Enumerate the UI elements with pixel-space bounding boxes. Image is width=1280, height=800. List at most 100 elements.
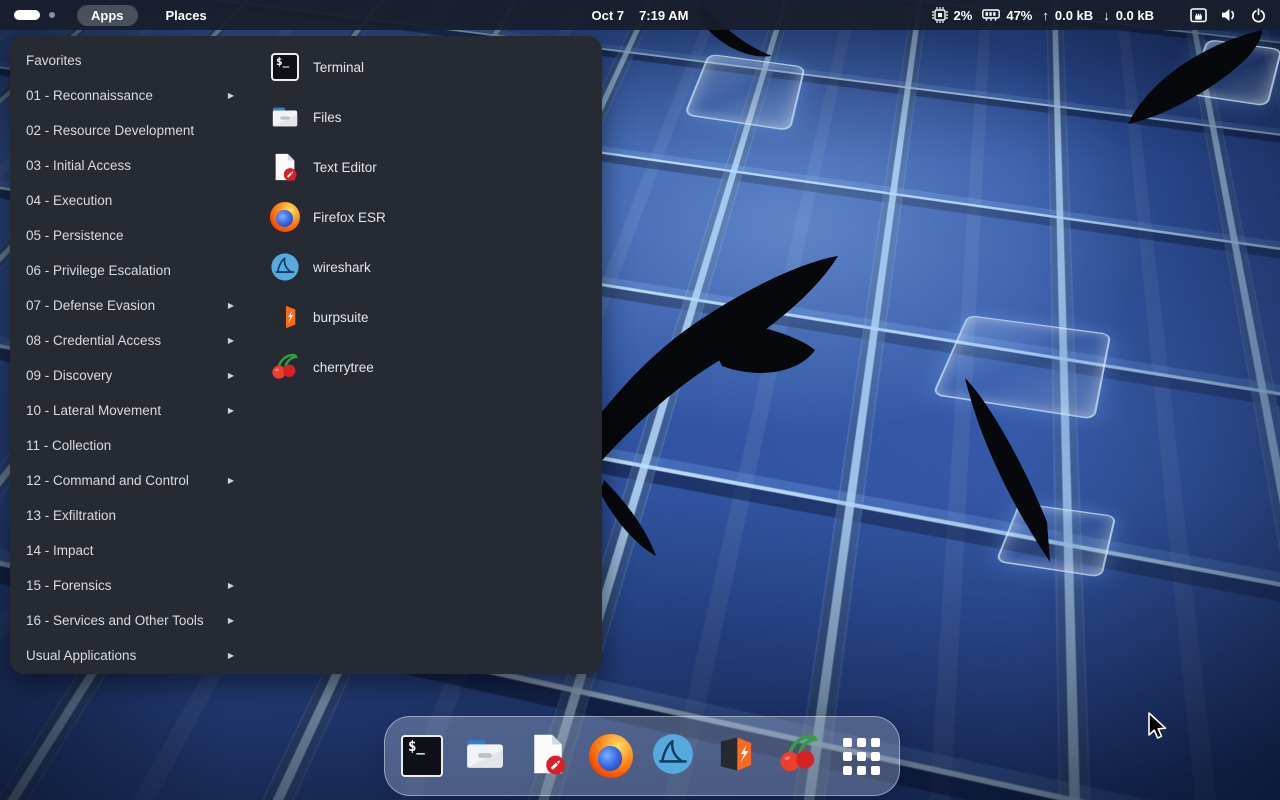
menu-app-label: Files [313, 110, 342, 125]
terminal-icon: $_ [401, 735, 443, 777]
places-menu-label: Places [166, 8, 207, 23]
net-upload-value: 0.0 kB [1055, 8, 1093, 23]
menu-category-lateral-movement[interactable]: 10 - Lateral Movement▶ [10, 393, 250, 428]
menu-category-label: 08 - Credential Access [26, 333, 161, 348]
power-icon[interactable] [1251, 8, 1266, 23]
menu-category-exfiltration[interactable]: 13 - Exfiltration [10, 498, 250, 533]
terminal-icon: $_ [271, 53, 299, 81]
menu-app-terminal[interactable]: $_ Terminal [260, 42, 590, 92]
volume-speaker-icon[interactable] [1220, 7, 1238, 23]
cpu-usage-indicator[interactable]: 2% [932, 7, 973, 23]
menu-category-collection[interactable]: 11 - Collection [10, 428, 250, 463]
menu-category-favorites[interactable]: Favorites [10, 43, 250, 78]
menu-category-label: 09 - Discovery [26, 368, 112, 383]
menu-category-list: Favorites 01 - Reconnaissance ▶ 02 - Reso… [10, 43, 250, 673]
net-download-value: 0.0 kB [1116, 8, 1154, 23]
menu-category-command-and-control[interactable]: 12 - Command and Control ▶ [10, 463, 250, 498]
menu-category-label: Usual Applications [26, 648, 136, 663]
menu-app-firefox[interactable]: Firefox ESR [260, 192, 590, 242]
submenu-arrow-icon: ▶ [228, 616, 234, 625]
dock-item-firefox[interactable] [588, 733, 634, 779]
menu-category-label: 03 - Initial Access [26, 158, 131, 173]
submenu-arrow-icon: ▶ [228, 371, 234, 380]
menu-category-forensics[interactable]: 15 - Forensics ▶ [10, 568, 250, 603]
menu-category-services-and-other-tools[interactable]: 16 - Services and Other Tools▶ [10, 603, 250, 638]
menu-category-label: 13 - Exfiltration [26, 508, 116, 523]
menu-category-label: 06 - Privilege Escalation [26, 263, 171, 278]
net-download-indicator[interactable]: ↓ 0.0 kB [1103, 8, 1154, 23]
menu-category-label: 15 - Forensics [26, 578, 112, 593]
active-workspace-pill-icon [14, 10, 40, 20]
files-icon [463, 732, 507, 781]
menu-category-reconnaissance[interactable]: 01 - Reconnaissance ▶ [10, 78, 250, 113]
menu-category-privilege-escalation[interactable]: 06 - Privilege Escalation [10, 253, 250, 288]
clock-button[interactable]: Oct 7 7:19 AM [592, 0, 689, 30]
dock-item-burpsuite[interactable] [713, 733, 759, 779]
burpsuite-icon [714, 732, 758, 781]
menu-category-initial-access[interactable]: 03 - Initial Access [10, 148, 250, 183]
menu-category-label: 01 - Reconnaissance [26, 88, 153, 103]
submenu-arrow-icon: ▶ [228, 301, 234, 310]
menu-app-burpsuite[interactable]: burpsuite [260, 292, 590, 342]
top-bar: Apps Places Oct 7 7:19 AM 2% 47% ↑ 0.0 k… [0, 0, 1280, 30]
submenu-arrow-icon: ▶ [228, 91, 234, 100]
dock-item-text-editor[interactable] [525, 733, 571, 779]
burpsuite-icon [270, 302, 300, 332]
menu-category-label: Favorites [26, 53, 82, 68]
cherrytree-icon [270, 352, 300, 382]
menu-app-text-editor[interactable]: Text Editor [260, 142, 590, 192]
upload-arrow-icon: ↑ [1042, 8, 1049, 23]
clock-time: 7:19 AM [639, 8, 688, 23]
dock-item-wireshark[interactable] [650, 733, 696, 779]
firefox-icon [270, 202, 300, 232]
text-editor-icon [270, 152, 300, 182]
menu-app-label: Terminal [313, 60, 364, 75]
menu-category-label: 11 - Collection [26, 438, 111, 453]
memory-ram-icon [982, 9, 1000, 22]
cherrytree-icon [777, 732, 821, 781]
submenu-arrow-icon: ▶ [228, 476, 234, 485]
submenu-arrow-icon: ▶ [228, 406, 234, 415]
wireshark-icon [651, 732, 695, 781]
text-editor-icon [526, 732, 570, 781]
menu-category-label: 05 - Persistence [26, 228, 124, 243]
menu-app-label: Text Editor [313, 160, 377, 175]
applications-menu-panel: Favorites 01 - Reconnaissance ▶ 02 - Reso… [10, 36, 602, 674]
menu-category-persistence[interactable]: 05 - Persistence [10, 218, 250, 253]
menu-app-wireshark[interactable]: wireshark [260, 242, 590, 292]
menu-category-label: 02 - Resource Development [26, 123, 194, 138]
show-applications-grid-icon [843, 738, 880, 775]
menu-category-label: 12 - Command and Control [26, 473, 189, 488]
menu-app-label: burpsuite [313, 310, 369, 325]
dock-item-terminal[interactable]: $_ [399, 733, 445, 779]
firefox-icon [589, 734, 633, 778]
menu-app-label: wireshark [313, 260, 371, 275]
memory-usage-indicator[interactable]: 47% [982, 8, 1032, 23]
places-menu-button[interactable]: Places [152, 5, 221, 26]
menu-app-files[interactable]: Files [260, 92, 590, 142]
dock-item-cherrytree[interactable] [776, 733, 822, 779]
menu-category-usual-applications[interactable]: Usual Applications▶ [10, 638, 250, 673]
menu-category-credential-access[interactable]: 08 - Credential Access ▶ [10, 323, 250, 358]
menu-category-execution[interactable]: 04 - Execution [10, 183, 250, 218]
net-upload-indicator[interactable]: ↑ 0.0 kB [1042, 8, 1093, 23]
wired-network-icon[interactable] [1190, 8, 1207, 23]
submenu-arrow-icon: ▶ [228, 581, 234, 590]
dock-item-show-applications[interactable] [839, 733, 885, 779]
apps-menu-button[interactable]: Apps [77, 5, 138, 26]
menu-category-resource-development[interactable]: 02 - Resource Development [10, 113, 250, 148]
cpu-chip-icon [932, 7, 948, 23]
dock-item-files[interactable] [462, 733, 508, 779]
menu-app-cherrytree[interactable]: cherrytree [260, 342, 590, 392]
menu-category-label: 07 - Defense Evasion [26, 298, 155, 313]
menu-app-label: cherrytree [313, 360, 374, 375]
mouse-cursor [1146, 712, 1168, 747]
menu-category-defense-evasion[interactable]: 07 - Defense Evasion ▶ [10, 288, 250, 323]
apps-menu-label: Apps [91, 8, 124, 23]
clock-date: Oct 7 [592, 8, 625, 23]
menu-favorites-list: $_ Terminal Files Text Editor Firefox ES… [260, 42, 590, 392]
menu-category-impact[interactable]: 14 - Impact [10, 533, 250, 568]
menu-category-discovery[interactable]: 09 - Discovery ▶ [10, 358, 250, 393]
submenu-arrow-icon: ▶ [228, 336, 234, 345]
workspace-indicator[interactable] [14, 10, 55, 20]
